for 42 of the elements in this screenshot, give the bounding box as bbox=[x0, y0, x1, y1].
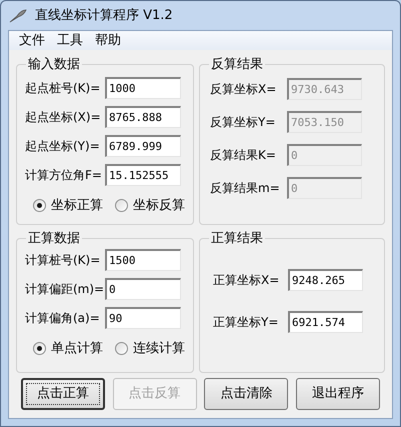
action-button[interactable]: 退出程序 bbox=[296, 378, 380, 410]
input-field[interactable]: 6789.999 bbox=[105, 134, 181, 156]
radio-label[interactable]: 单点计算 bbox=[51, 338, 103, 358]
field-label: 计算偏角(a)= bbox=[25, 310, 101, 326]
radio-label[interactable]: 坐标正算 bbox=[51, 196, 103, 215]
group-title: 输入数据 bbox=[27, 56, 81, 74]
field-label: 反算结果K= bbox=[210, 146, 277, 164]
radio-button[interactable] bbox=[33, 198, 46, 212]
action-button[interactable]: 点击清除 bbox=[204, 378, 288, 410]
menu-item[interactable]: 文件 bbox=[13, 30, 51, 50]
field-label: 正算坐标Y= bbox=[213, 314, 280, 330]
radio-label[interactable]: 坐标反算 bbox=[133, 196, 185, 215]
group-title: 正算数据 bbox=[27, 230, 81, 248]
feather-icon bbox=[9, 8, 27, 22]
group-title: 正算结果 bbox=[210, 230, 264, 248]
action-button[interactable]: 点击正算 bbox=[21, 378, 105, 410]
input-field[interactable]: 90 bbox=[105, 306, 181, 328]
field-label: 计算偏距(m)= bbox=[25, 280, 105, 298]
input-field[interactable]: 15.152555 bbox=[105, 164, 181, 186]
window-title: 直线坐标计算程序 V1.2 bbox=[35, 6, 173, 25]
group-title: 反算结果 bbox=[210, 56, 264, 74]
radio-button[interactable] bbox=[115, 342, 128, 355]
radio-button[interactable] bbox=[33, 342, 46, 355]
field-label: 起点坐标(Y)= bbox=[25, 138, 101, 154]
field-label: 反算坐标X= bbox=[210, 80, 278, 98]
input-field[interactable]: 6921.574 bbox=[288, 310, 363, 332]
input-field[interactable]: 9248.265 bbox=[288, 268, 363, 290]
field-label: 计算方位角F= bbox=[25, 166, 103, 184]
input-field[interactable]: 1500 bbox=[105, 248, 181, 270]
field-label: 起点桩号(K)= bbox=[25, 80, 102, 96]
field-label: 反算坐标Y= bbox=[210, 114, 276, 130]
field-label: 反算结果m= bbox=[210, 180, 281, 196]
input-field[interactable]: 8765.888 bbox=[105, 106, 181, 128]
radio-label[interactable]: 连续计算 bbox=[133, 338, 185, 358]
menu-item[interactable]: 帮助 bbox=[89, 30, 127, 50]
field-label: 起点坐标(X)= bbox=[25, 108, 102, 126]
input-field[interactable]: 1000 bbox=[105, 76, 181, 98]
field-label: 计算桩号(K)= bbox=[25, 252, 102, 268]
field-label: 正算坐标X= bbox=[213, 272, 280, 288]
radio-button[interactable] bbox=[115, 198, 128, 212]
input-field[interactable]: 0 bbox=[105, 278, 181, 300]
menu-item[interactable]: 工具 bbox=[51, 30, 89, 50]
